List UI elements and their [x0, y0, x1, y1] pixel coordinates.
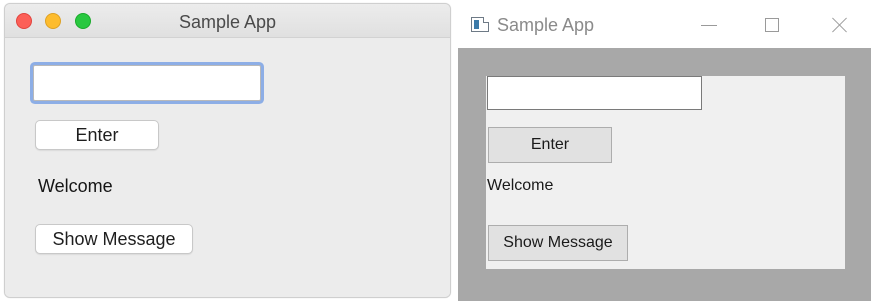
windows-app-window: Sample App Enter Welcome Show Message: [458, 0, 871, 301]
windows-window-content: Enter Welcome Show Message: [486, 76, 845, 269]
text-input[interactable]: [33, 65, 261, 101]
application-window-icon: [471, 17, 489, 32]
show-message-button[interactable]: Show Message: [488, 225, 628, 261]
welcome-label: Welcome: [38, 176, 113, 196]
maximize-icon[interactable]: [752, 10, 792, 40]
enter-button[interactable]: Enter: [488, 127, 612, 163]
mac-app-window: Sample App Enter Welcome Show Message: [4, 3, 451, 298]
mac-window-content: Enter Welcome Show Message: [5, 38, 450, 297]
window-title: Sample App: [497, 15, 595, 35]
minimize-icon[interactable]: [689, 10, 729, 40]
mac-title-bar[interactable]: Sample App: [5, 4, 450, 38]
windows-title-bar[interactable]: Sample App: [458, 0, 871, 48]
window-title: Sample App: [178, 12, 277, 32]
text-input[interactable]: [487, 76, 702, 110]
welcome-label: Welcome: [487, 177, 554, 194]
enter-button[interactable]: Enter: [35, 120, 159, 150]
show-message-button[interactable]: Show Message: [35, 224, 193, 254]
close-icon[interactable]: [820, 10, 860, 40]
